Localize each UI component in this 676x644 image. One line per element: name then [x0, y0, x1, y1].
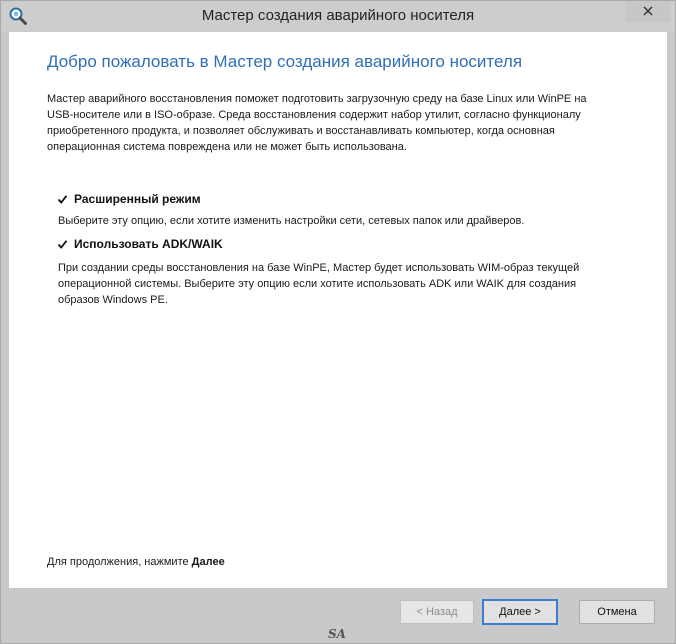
close-icon [643, 3, 653, 21]
advanced-mode-option[interactable]: Расширенный режим [57, 192, 201, 206]
continue-hint: Для продолжения, нажмите Далее [47, 556, 225, 568]
advanced-mode-label[interactable]: Расширенный режим [74, 192, 201, 206]
advanced-mode-checkbox[interactable] [57, 194, 68, 205]
cancel-button[interactable]: Отмена [579, 600, 655, 624]
page-heading: Добро пожаловать в Мастер создания авари… [47, 52, 523, 71]
option-description-line: операционной системы. Выберите эту опцию… [58, 278, 577, 290]
title-bar[interactable]: Мастер создания аварийного носителя [1, 1, 675, 31]
back-button[interactable]: < Назад [400, 600, 474, 624]
wizard-content: Добро пожаловать в Мастер создания авари… [9, 32, 667, 588]
option-description-line: Выберите эту опцию, если хотите изменить… [58, 215, 525, 227]
continue-hint-bold: Далее [191, 556, 225, 568]
wizard-window: Мастер создания аварийного носителя Добр… [0, 0, 676, 644]
watermark: SA [328, 627, 346, 641]
window-title: Мастер создания аварийного носителя [201, 7, 475, 24]
page-description: Мастер аварийного восстановления поможет… [47, 91, 607, 155]
next-button[interactable]: Далее > [482, 599, 558, 625]
continue-hint-text: Для продолжения, нажмите [47, 556, 189, 568]
description-line: USB-носителе или в ISO-образе. Среда вос… [47, 109, 581, 121]
use-adk-waik-checkbox[interactable] [57, 239, 68, 250]
checkmark-icon [57, 239, 68, 249]
advanced-mode-description: Выберите эту опцию, если хотите изменить… [58, 213, 618, 229]
description-line: операционная система повреждена или не м… [47, 141, 407, 153]
checkmark-icon [57, 194, 68, 204]
description-line: приобретенного продукта, и позволяет обс… [47, 125, 555, 137]
use-adk-waik-label[interactable]: Использовать ADK/WAIK [74, 237, 223, 251]
option-description-line: образов Windows PE. [58, 294, 168, 306]
use-adk-waik-option[interactable]: Использовать ADK/WAIK [57, 237, 223, 251]
close-button[interactable] [625, 1, 671, 22]
option-description-line: При создании среды восстановления на баз… [58, 262, 580, 274]
description-line: Мастер аварийного восстановления поможет… [47, 93, 587, 105]
use-adk-waik-description: При создании среды восстановления на баз… [58, 260, 618, 308]
